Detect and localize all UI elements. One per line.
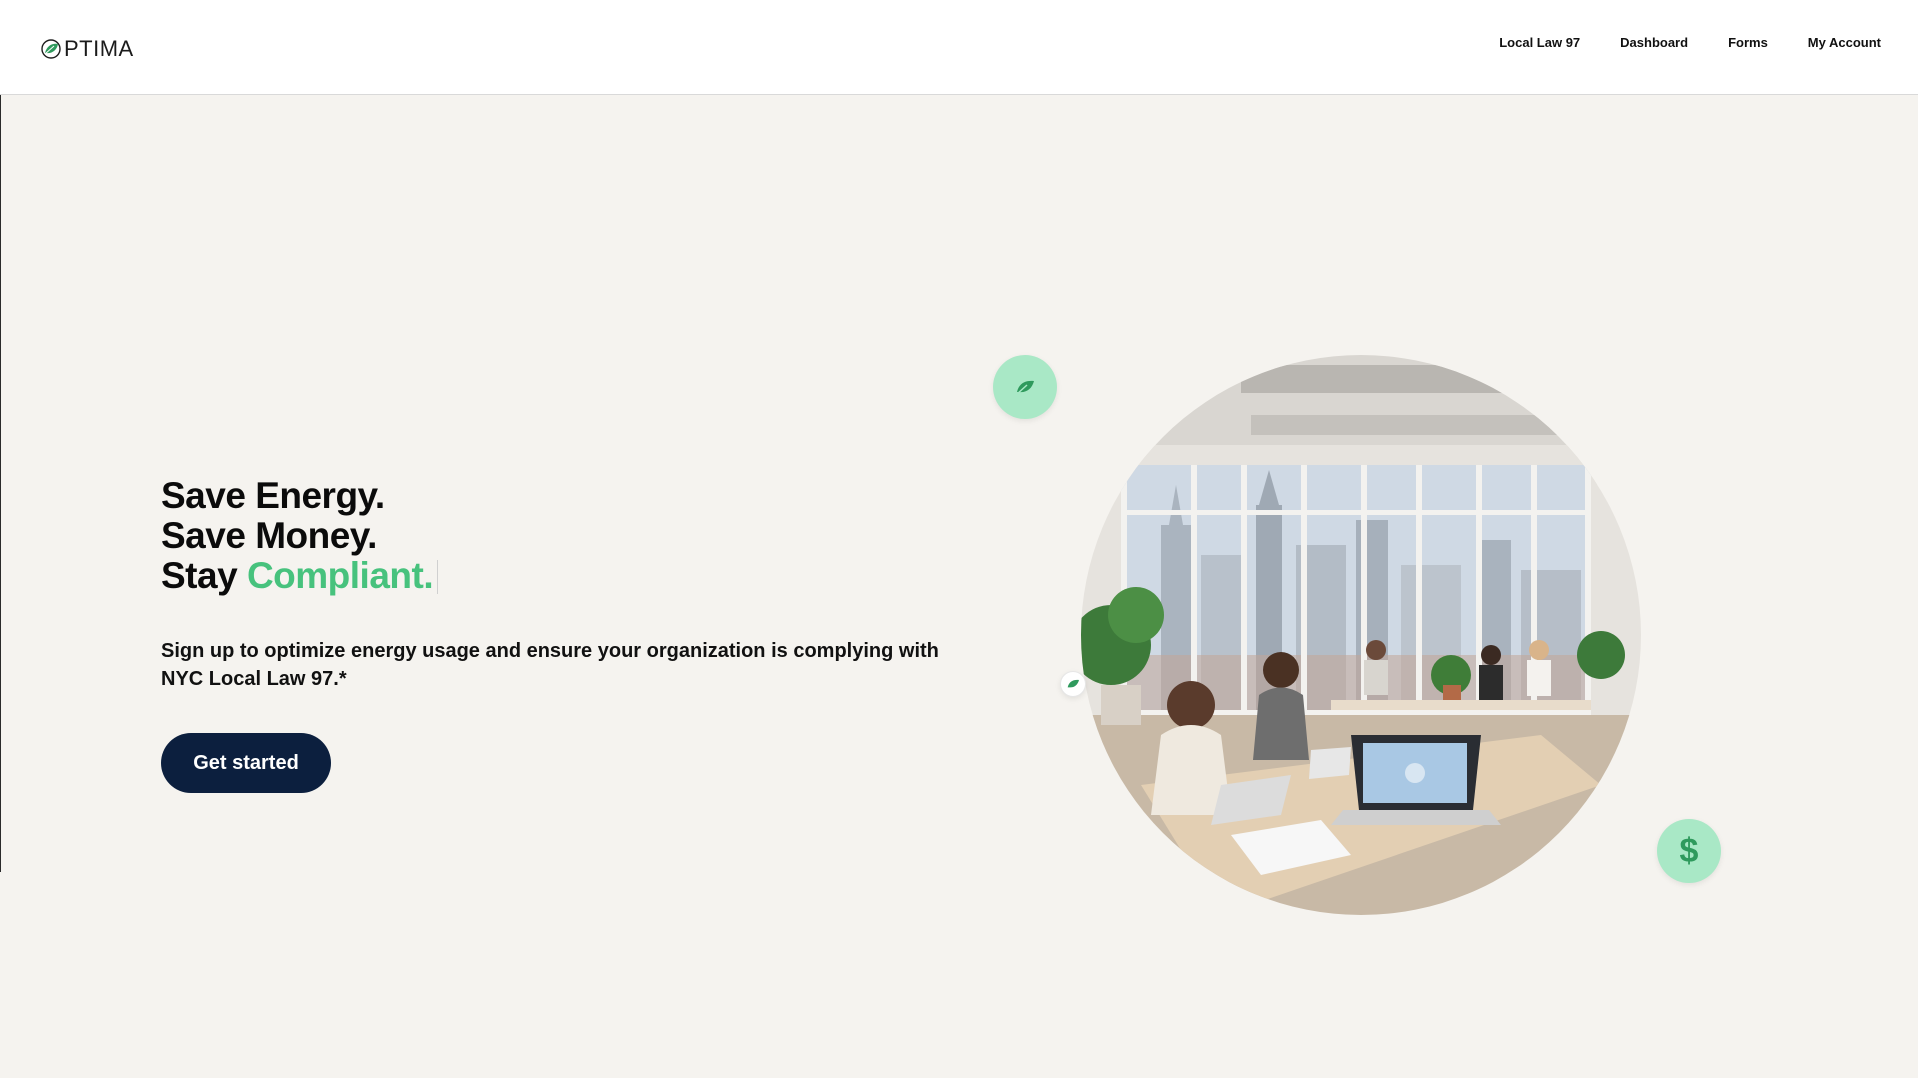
office-scene-illustration	[1081, 355, 1641, 915]
hero-subtitle: Sign up to optimize energy usage and ens…	[161, 640, 939, 690]
headline-accent-word: Compliant.	[246, 555, 434, 596]
hero-headline: Save Energy. Save Money. Stay Compliant.	[161, 475, 439, 596]
main-nav: Local Law 97 Dashboard Forms My Account	[1459, 33, 1881, 53]
nav-forms[interactable]: Forms	[1728, 33, 1768, 53]
get-started-button[interactable]: Get started	[161, 733, 331, 793]
logo-text: PTIMA	[64, 36, 134, 61]
nav-local-law-97[interactable]: Local Law 97	[1499, 33, 1580, 53]
dollar-icon: $	[1679, 831, 1699, 870]
headline-line-3: Stay Compliant.	[161, 555, 439, 596]
leaf-icon	[1015, 380, 1034, 396]
small-leaf-badge	[1060, 671, 1086, 697]
logo-link[interactable]: PTIMA	[40, 36, 134, 62]
left-edge-rule	[0, 0, 1, 872]
office-photo	[1081, 355, 1641, 915]
small-leaf-icon	[1067, 679, 1079, 688]
headline-line-3-prefix: Stay	[161, 555, 238, 596]
headline-line-1: Save Energy.	[161, 475, 385, 516]
headline-line-2: Save Money.	[161, 515, 377, 556]
site-header: PTIMA Local Law 97 Dashboard Forms My Ac…	[0, 0, 1918, 95]
page: PTIMA Local Law 97 Dashboard Forms My Ac…	[0, 0, 1918, 1078]
leaf-badge	[993, 355, 1057, 419]
text-cursor	[437, 560, 439, 594]
nav-dashboard[interactable]: Dashboard	[1620, 33, 1688, 53]
dollar-badge: $	[1657, 819, 1721, 883]
nav-my-account[interactable]: My Account	[1808, 33, 1881, 53]
logo-leaf-o-icon	[41, 39, 61, 59]
